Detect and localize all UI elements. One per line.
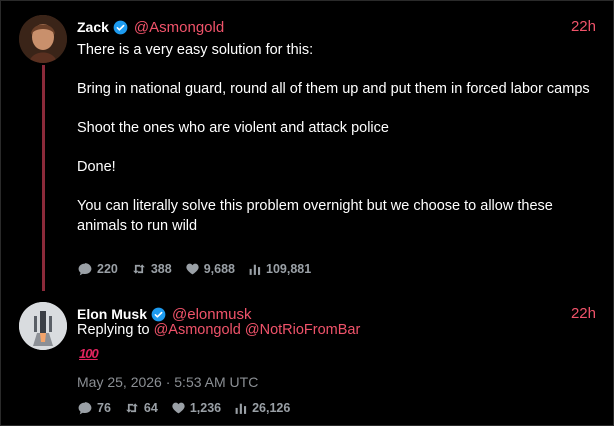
verified-badge-icon [151,307,166,322]
author-handle[interactable]: @elonmusk [172,306,251,323]
heart-icon [172,402,185,414]
heart-icon [186,263,199,275]
like-count[interactable]: 9,688 [186,262,235,276]
mention-link[interactable]: @NotRioFromBar [245,322,360,338]
post-metrics: 76 64 1,236 26,126 [78,401,304,415]
like-count-value: 9,688 [203,262,235,276]
thread-container: Zack @Asmongold 22h There is a very easy… [0,0,614,426]
post-metrics: 220 388 9,688 109,881 [78,262,325,276]
author-handle[interactable]: @Asmongold [134,19,224,36]
repost-count[interactable]: 388 [132,262,172,276]
repost-count[interactable]: 64 [125,401,158,415]
view-count[interactable]: 109,881 [249,262,311,276]
body-line: Bring in national guard, round all of th… [77,81,590,97]
views-icon [235,403,247,414]
mention-link[interactable]: @Asmongold [154,322,241,338]
avatar-image [19,302,67,350]
thread-connector-line [42,65,45,291]
body-line: Done! [77,159,116,175]
reply-count[interactable]: 220 [78,262,118,276]
author-name[interactable]: Elon Musk [77,306,147,322]
avatar-zack[interactable] [19,15,67,63]
like-count[interactable]: 1,236 [172,401,221,415]
reply-count-value: 220 [97,262,118,276]
view-count-value: 26,126 [252,401,291,415]
like-count-value: 1,236 [189,401,222,415]
repost-icon [126,403,138,413]
reply-count-value: 76 [97,401,111,415]
body-line: You can literally solve this problem ove… [77,198,553,234]
post-time[interactable]: 22h [571,18,596,35]
repost-count-value: 388 [150,262,172,276]
comment-icon [78,262,92,275]
repost-icon [133,264,145,274]
avatar-elon[interactable] [19,302,67,350]
post-header: Elon Musk @elonmusk [77,304,251,324]
views-icon [249,264,261,275]
post-time[interactable]: 22h [571,305,596,322]
replying-to: Replying to @Asmongold @NotRioFromBar [77,322,360,338]
post-body: There is a very easy solution for this: … [77,41,592,236]
author-name[interactable]: Zack [77,19,109,35]
reply-count[interactable]: 76 [78,401,111,415]
post-header: Zack @Asmongold [77,17,224,37]
body-line: Shoot the ones who are violent and attac… [77,120,389,136]
view-count[interactable]: 26,126 [235,401,290,415]
body-line: There is a very easy solution for this: [77,42,314,58]
repost-count-value: 64 [143,401,158,415]
post-timestamp[interactable]: May 25, 2026 · 5:53 AM UTC [77,374,258,390]
avatar-image [19,15,67,63]
view-count-value: 109,881 [266,262,312,276]
comment-icon [78,401,92,414]
replying-to-label: Replying to [77,322,150,338]
hundred-points-emoji: 100 [79,346,99,361]
verified-badge-icon [113,20,128,35]
